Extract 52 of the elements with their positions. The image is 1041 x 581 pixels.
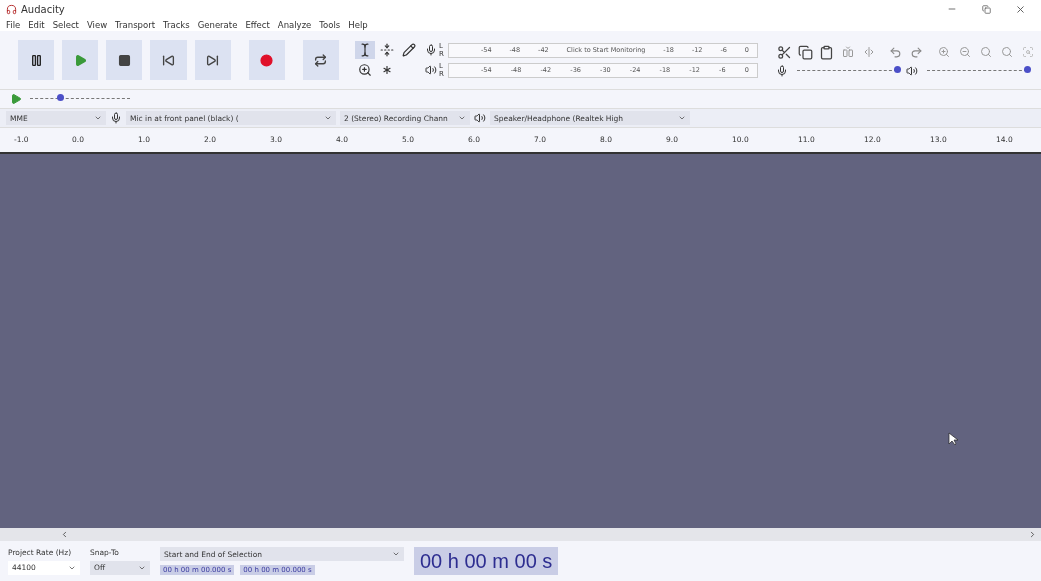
- app-icon: [6, 3, 17, 15]
- skip-to-end-button[interactable]: [194, 40, 231, 80]
- menu-item[interactable]: Help: [348, 19, 368, 30]
- menu-item[interactable]: Edit: [28, 19, 45, 30]
- skip-to-start-button[interactable]: [150, 40, 187, 80]
- microphone-icon: [110, 112, 122, 124]
- speaker-icon[interactable]: [425, 64, 437, 76]
- horizontal-scrollbar[interactable]: [0, 528, 1041, 541]
- slider-thumb[interactable]: [1024, 65, 1031, 73]
- close-icon: [1014, 3, 1026, 15]
- restore-icon: [981, 4, 991, 14]
- menu-item[interactable]: Generate: [197, 19, 238, 30]
- pause-button[interactable]: [18, 40, 55, 80]
- stop-icon: [117, 53, 131, 67]
- caret-icon: [94, 114, 102, 122]
- pause-icon: [29, 53, 43, 67]
- menu-item[interactable]: Analyze: [277, 19, 312, 30]
- copy-icon[interactable]: [797, 43, 815, 61]
- menu-item[interactable]: View: [86, 19, 108, 30]
- record-icon: [260, 53, 274, 67]
- microphone-icon: [776, 65, 788, 77]
- window-title: Audacity: [21, 3, 65, 15]
- speaker-icon: [906, 65, 918, 77]
- scroll-left-icon[interactable]: [60, 530, 69, 539]
- record-button[interactable]: [248, 40, 285, 80]
- caret-icon: [392, 550, 400, 558]
- audio-position-display: 00 h 00 m 00 s: [414, 547, 559, 575]
- skip-to-start-icon: [162, 53, 175, 67]
- slider-thumb[interactable]: [57, 93, 64, 101]
- menu-item[interactable]: Transport: [115, 19, 155, 30]
- mouse-pointer-icon: [948, 432, 958, 446]
- menu-item[interactable]: File: [6, 19, 21, 30]
- play-button[interactable]: [62, 40, 99, 80]
- loop-button[interactable]: [302, 40, 339, 80]
- speaker-icon: [474, 112, 486, 124]
- caret-icon: [678, 114, 686, 122]
- selection-tool-icon[interactable]: [355, 41, 375, 59]
- play-at-speed-button[interactable]: [10, 93, 22, 105]
- caret-icon: [458, 114, 466, 122]
- stop-button[interactable]: [106, 40, 143, 80]
- menu-item[interactable]: Tracks: [163, 19, 190, 30]
- menu-item[interactable]: Select: [52, 19, 79, 30]
- skip-to-end-icon: [206, 53, 220, 67]
- loop-icon: [314, 53, 328, 67]
- play-icon: [73, 53, 87, 67]
- menu-item[interactable]: Tools: [319, 19, 341, 30]
- track-area[interactable]: [0, 154, 1041, 528]
- caret-icon: [324, 114, 332, 122]
- slider-thumb[interactable]: [894, 65, 901, 73]
- scroll-right-icon[interactable]: [1028, 530, 1037, 539]
- microphone-icon[interactable]: [425, 44, 437, 56]
- menu-item[interactable]: Effect: [245, 19, 270, 30]
